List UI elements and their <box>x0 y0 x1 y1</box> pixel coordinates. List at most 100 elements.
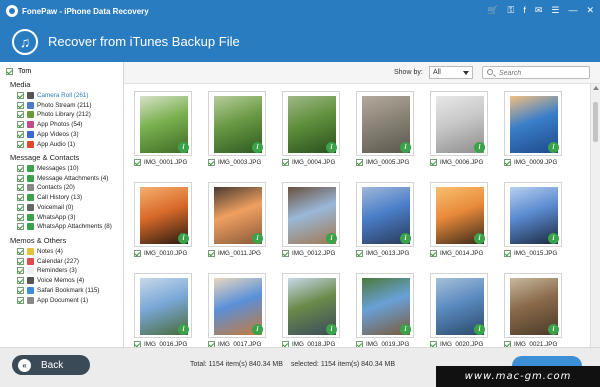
search-box[interactable] <box>482 66 590 79</box>
sidebar-item[interactable]: Reminders (3) <box>17 266 77 275</box>
photo-checkbox[interactable] <box>134 250 141 257</box>
sidebar-item[interactable]: Photo Stream (211) <box>17 101 91 110</box>
info-icon[interactable]: i <box>326 324 337 335</box>
info-icon[interactable]: i <box>178 142 189 153</box>
photo-thumbnail[interactable]: i <box>208 273 266 338</box>
info-icon[interactable]: i <box>400 142 411 153</box>
photo-checkbox[interactable] <box>208 250 215 257</box>
info-icon[interactable]: i <box>252 233 263 244</box>
device-checkbox[interactable] <box>6 68 13 75</box>
photo-thumbnail[interactable]: i <box>430 273 488 338</box>
info-icon[interactable]: i <box>548 233 559 244</box>
facebook-icon[interactable]: f <box>523 4 526 16</box>
back-button[interactable]: « Back <box>12 355 90 375</box>
sidebar-item[interactable]: Call History (13) <box>17 193 82 202</box>
sidebar-item-checkbox[interactable] <box>17 165 24 172</box>
sidebar-item[interactable]: Messages (10) <box>17 164 79 173</box>
sidebar-item-checkbox[interactable] <box>17 121 24 129</box>
search-input[interactable] <box>499 68 587 78</box>
sidebar-item[interactable]: App Videos (3) <box>17 130 79 139</box>
minimize-icon[interactable]: — <box>568 4 577 16</box>
info-icon[interactable]: i <box>326 142 337 153</box>
cart-icon[interactable]: 🛒 <box>487 4 498 16</box>
photo-thumbnail[interactable]: i <box>208 182 266 247</box>
sidebar-item-checkbox[interactable] <box>17 203 24 211</box>
photo-thumbnail[interactable]: i <box>430 91 488 156</box>
sidebar-item-checkbox[interactable] <box>17 213 24 221</box>
menu-icon[interactable]: ☰ <box>551 4 559 16</box>
photo-thumbnail[interactable]: i <box>504 91 562 156</box>
info-icon[interactable]: i <box>474 324 485 335</box>
photo-thumbnail[interactable]: i <box>356 182 414 247</box>
sidebar-item[interactable]: WhatsApp Attachments (8) <box>17 222 112 231</box>
sidebar-item-checkbox[interactable] <box>17 267 24 275</box>
photo-checkbox[interactable] <box>430 159 437 166</box>
photo-thumbnail[interactable]: i <box>134 182 192 247</box>
photo-thumbnail[interactable]: i <box>282 182 340 247</box>
sidebar-item[interactable]: WhatsApp (3) <box>17 213 76 222</box>
photo-checkbox[interactable] <box>134 159 141 166</box>
device-row[interactable]: Tom <box>6 68 31 75</box>
show-by-select[interactable]: All <box>429 66 473 79</box>
info-icon[interactable]: i <box>474 142 485 153</box>
info-icon[interactable]: i <box>548 142 559 153</box>
info-icon[interactable]: i <box>252 324 263 335</box>
info-icon[interactable]: i <box>400 233 411 244</box>
photo-thumbnail[interactable]: i <box>282 91 340 156</box>
info-icon[interactable]: i <box>252 142 263 153</box>
sidebar-item[interactable]: Camera Roll (261) <box>17 91 88 100</box>
photo-thumbnail[interactable]: i <box>504 182 562 247</box>
photo-thumbnail[interactable]: i <box>208 91 266 156</box>
sidebar-item-checkbox[interactable] <box>17 174 24 182</box>
photo-thumbnail[interactable]: i <box>356 91 414 156</box>
sidebar-item[interactable]: App Audio (1) <box>17 140 75 149</box>
sidebar-item-checkbox[interactable] <box>17 277 24 285</box>
sidebar-item[interactable]: Calendar (227) <box>17 257 79 266</box>
sidebar-item-checkbox[interactable] <box>17 257 24 265</box>
sidebar-item[interactable]: Photo Library (212) <box>17 110 91 119</box>
photo-thumbnail[interactable]: i <box>134 273 192 338</box>
photo-checkbox[interactable] <box>430 250 437 257</box>
sidebar-item[interactable]: Voicemail (0) <box>17 203 73 212</box>
photo-checkbox[interactable] <box>282 250 289 257</box>
photo-thumbnail[interactable]: i <box>134 91 192 156</box>
info-icon[interactable]: i <box>400 324 411 335</box>
photo-thumbnail[interactable]: i <box>504 273 562 338</box>
sidebar-item-checkbox[interactable] <box>17 223 24 231</box>
sidebar-item[interactable]: App Document (1) <box>17 296 88 305</box>
sidebar-item[interactable]: Safari Bookmark (115) <box>17 286 100 295</box>
sidebar-item-checkbox[interactable] <box>17 130 24 138</box>
info-icon[interactable]: i <box>326 233 337 244</box>
key-icon[interactable]: ⚿ <box>507 4 514 16</box>
sidebar-item-checkbox[interactable] <box>17 194 24 202</box>
info-icon[interactable]: i <box>474 233 485 244</box>
sidebar-item[interactable]: Contacts (20) <box>17 183 75 192</box>
photo-thumbnail[interactable]: i <box>356 273 414 338</box>
photo-checkbox[interactable] <box>282 159 289 166</box>
photo-checkbox[interactable] <box>504 250 511 257</box>
sidebar-item-checkbox[interactable] <box>17 140 24 148</box>
sidebar-item-checkbox[interactable] <box>17 92 24 99</box>
sidebar-item[interactable]: Message Attachments (4) <box>17 174 108 183</box>
sidebar-item-checkbox[interactable] <box>17 296 24 304</box>
info-icon[interactable]: i <box>178 233 189 244</box>
sidebar-item[interactable]: App Photos (54) <box>17 120 83 129</box>
photo-thumbnail[interactable]: i <box>430 182 488 247</box>
sidebar-item-checkbox[interactable] <box>17 286 24 294</box>
scrollbar-thumb[interactable] <box>593 102 598 142</box>
chat-icon[interactable]: ✉ <box>535 4 543 16</box>
sidebar-item-checkbox[interactable] <box>17 248 24 255</box>
info-icon[interactable]: i <box>548 324 559 335</box>
close-icon[interactable]: ✕ <box>586 4 594 16</box>
photo-checkbox[interactable] <box>356 250 363 257</box>
sidebar-item[interactable]: Notes (4) <box>17 247 63 256</box>
vertical-scrollbar[interactable] <box>590 84 600 347</box>
sidebar-item[interactable]: Voice Memos (4) <box>17 276 84 285</box>
photo-checkbox[interactable] <box>504 159 511 166</box>
photo-checkbox[interactable] <box>208 159 215 166</box>
sidebar-item-checkbox[interactable] <box>17 101 24 109</box>
photo-thumbnail[interactable]: i <box>282 273 340 338</box>
scroll-up-icon[interactable] <box>593 86 599 90</box>
sidebar-item-checkbox[interactable] <box>17 184 24 192</box>
photo-checkbox[interactable] <box>356 159 363 166</box>
